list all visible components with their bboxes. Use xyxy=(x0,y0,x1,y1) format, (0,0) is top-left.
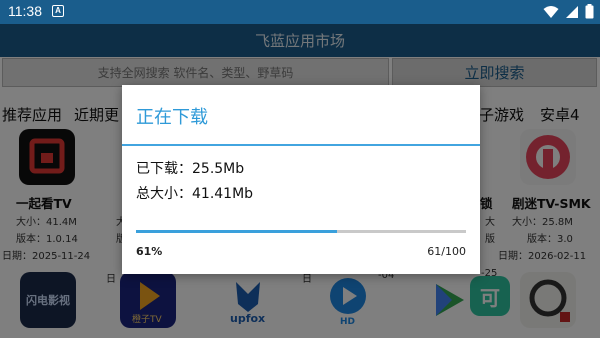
downloaded-line: 已下载：25.5Mb xyxy=(136,158,244,178)
progress-percent: 61% xyxy=(136,245,163,258)
download-progress-bar xyxy=(136,230,466,233)
battery-icon xyxy=(585,4,594,19)
notification-a-icon: A xyxy=(52,5,64,17)
total-value: 41.41Mb xyxy=(192,186,254,202)
downloaded-value: 25.5Mb xyxy=(192,161,245,177)
total-label: 总大小： xyxy=(136,186,192,202)
status-bar: 11:38 A xyxy=(0,0,600,24)
wifi-icon xyxy=(543,5,559,18)
download-progress-fill xyxy=(136,230,338,233)
total-size-line: 总大小：41.41Mb xyxy=(136,183,253,203)
dialog-divider xyxy=(122,144,480,146)
progress-count: 61/100 xyxy=(427,245,466,258)
signal-icon xyxy=(566,5,578,18)
download-dialog: 正在下载 已下载：25.5Mb 总大小：41.41Mb 61% 61/100 xyxy=(122,85,480,274)
dialog-title: 正在下载 xyxy=(136,107,208,128)
status-time: 11:38 xyxy=(8,3,42,19)
downloaded-label: 已下载： xyxy=(136,161,192,177)
status-icons xyxy=(543,4,594,19)
